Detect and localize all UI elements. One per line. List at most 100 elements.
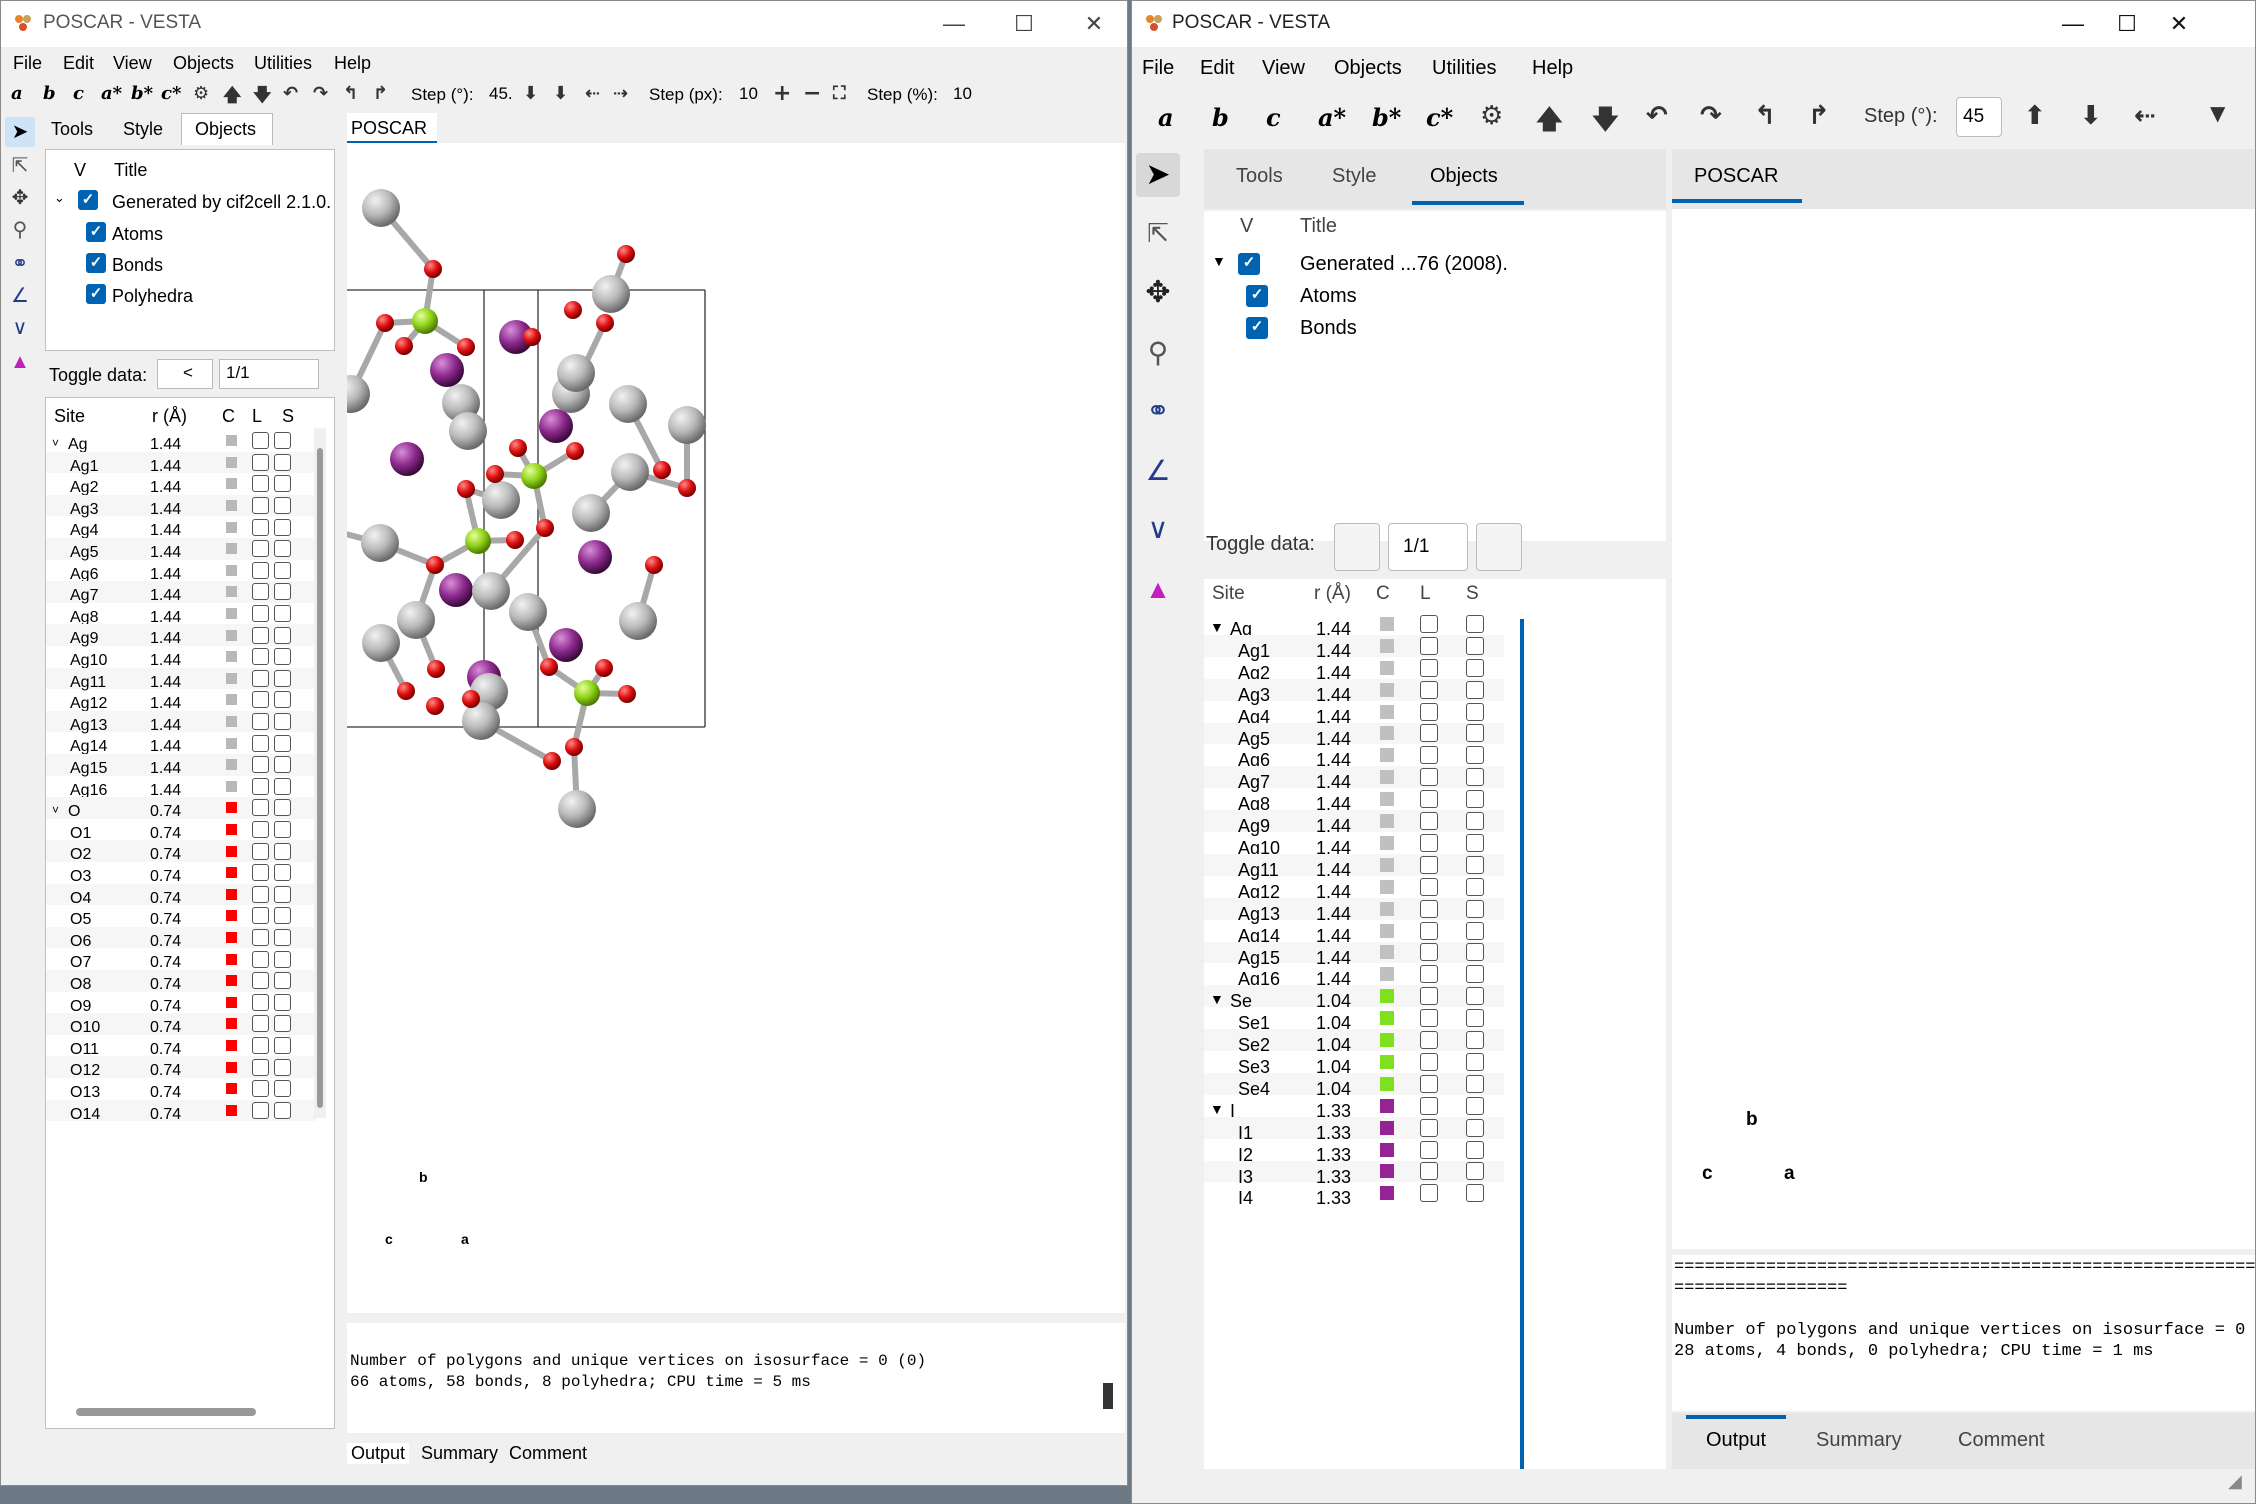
view-c-button[interactable]: c: [73, 83, 84, 104]
view-c-star-button[interactable]: c*: [161, 83, 181, 104]
site-label-checkbox[interactable]: [1420, 724, 1438, 743]
site-style-checkbox[interactable]: [1466, 965, 1484, 984]
tab-tools[interactable]: Tools: [1236, 165, 1283, 188]
site-label-checkbox[interactable]: [1420, 899, 1438, 918]
site-label-checkbox[interactable]: [1420, 1031, 1438, 1050]
site-row[interactable]: I2 1.33: [1204, 1139, 1504, 1165]
site-label-checkbox[interactable]: [1420, 833, 1438, 852]
rotate-ccw-icon[interactable]: ↰: [343, 83, 358, 104]
oxygen-atom[interactable]: [653, 461, 671, 479]
site-color-swatch[interactable]: [1380, 1011, 1394, 1026]
close-button[interactable]: ✕: [1067, 5, 1121, 43]
site-row[interactable]: Ag3 1.44: [1204, 678, 1504, 705]
site-style-checkbox[interactable]: [274, 713, 291, 731]
tree-checkbox-atoms[interactable]: ✓: [1246, 285, 1268, 307]
site-row[interactable]: O2 0.74: [46, 840, 316, 863]
site-label-checkbox[interactable]: [252, 756, 269, 774]
fit-icon[interactable]: ⛶: [833, 83, 846, 104]
iodine-atom[interactable]: [439, 573, 473, 607]
site-row[interactable]: Se4 1.04: [1204, 1072, 1504, 1099]
site-color-swatch[interactable]: [226, 975, 237, 987]
site-style-checkbox[interactable]: [1466, 987, 1484, 1006]
site-color-swatch[interactable]: [226, 586, 237, 598]
distance-tool-icon[interactable]: ⚭: [1136, 389, 1180, 433]
chevron-down-icon[interactable]: ⌄: [54, 190, 65, 206]
tree-item-atoms[interactable]: Atoms: [112, 224, 163, 245]
site-style-checkbox[interactable]: [1466, 1031, 1484, 1050]
lattice-plane-tool-icon[interactable]: ▲: [1136, 567, 1180, 611]
site-label-checkbox[interactable]: [1420, 746, 1438, 765]
site-label-checkbox[interactable]: [1420, 1184, 1438, 1203]
move-left-icon[interactable]: ⇠: [2134, 101, 2156, 131]
select-tool-icon[interactable]: ➤: [1136, 153, 1180, 197]
site-style-checkbox[interactable]: [274, 950, 291, 968]
site-row[interactable]: Se2 1.04: [1204, 1029, 1504, 1055]
site-style-checkbox[interactable]: [274, 1080, 291, 1098]
site-label-checkbox[interactable]: [252, 1015, 269, 1033]
toggle-prev-button[interactable]: <: [157, 359, 213, 389]
site-style-checkbox[interactable]: [274, 626, 291, 644]
selenium-atom[interactable]: [574, 680, 600, 706]
site-style-checkbox[interactable]: [1466, 877, 1484, 896]
tab-output[interactable]: Output: [1706, 1429, 1766, 1452]
site-label-checkbox[interactable]: [252, 929, 269, 947]
menu-edit[interactable]: Edit: [63, 53, 94, 74]
site-style-checkbox[interactable]: [1466, 658, 1484, 677]
site-color-swatch[interactable]: [1380, 901, 1394, 916]
site-color-swatch[interactable]: [1380, 748, 1394, 763]
oxygen-atom[interactable]: [457, 480, 475, 498]
site-label-checkbox[interactable]: [252, 453, 269, 471]
site-color-swatch[interactable]: [226, 478, 237, 490]
site-row[interactable]: Ag11 1.44: [1204, 853, 1504, 880]
menu-help[interactable]: Help: [1532, 57, 1573, 80]
silver-atom[interactable]: [668, 406, 706, 444]
site-row[interactable]: Se1 1.04: [1204, 1007, 1504, 1033]
site-style-checkbox[interactable]: [1466, 943, 1484, 962]
menu-file[interactable]: File: [13, 53, 42, 74]
site-style-checkbox[interactable]: [1466, 1052, 1484, 1071]
site-color-swatch[interactable]: [1380, 792, 1394, 807]
site-color-swatch[interactable]: [1380, 1033, 1394, 1048]
site-style-checkbox[interactable]: [274, 1015, 291, 1033]
step-pct-input[interactable]: 10: [947, 81, 981, 109]
site-style-checkbox[interactable]: [274, 756, 291, 774]
site-style-checkbox[interactable]: [274, 583, 291, 601]
site-color-swatch[interactable]: [1380, 1098, 1394, 1113]
oxygen-atom[interactable]: [457, 338, 475, 356]
site-row[interactable]: Ag15 1.44: [46, 754, 316, 777]
site-label-checkbox[interactable]: [252, 432, 269, 450]
structure-canvas[interactable]: [252, 143, 1125, 1313]
step-deg-input[interactable]: 45.: [483, 81, 517, 109]
iodine-atom[interactable]: [539, 409, 573, 443]
toggle-next-button[interactable]: [1476, 523, 1522, 571]
tab-output[interactable]: Output: [347, 1443, 410, 1464]
site-style-checkbox[interactable]: [274, 518, 291, 536]
site-label-checkbox[interactable]: [252, 713, 269, 731]
tree-checkbox-root[interactable]: ✓: [1238, 253, 1260, 275]
site-row[interactable]: Ag16 1.44: [46, 776, 316, 799]
site-color-swatch[interactable]: [226, 1104, 237, 1116]
site-color-swatch[interactable]: [226, 867, 237, 879]
step-deg-input[interactable]: 45: [1956, 97, 2002, 137]
tab-style[interactable]: Style: [1332, 165, 1376, 188]
site-label-checkbox[interactable]: [1420, 855, 1438, 874]
site-style-checkbox[interactable]: [1466, 1140, 1484, 1159]
distance-tool-icon[interactable]: ⚭: [5, 249, 35, 279]
site-style-checkbox[interactable]: [1466, 724, 1484, 743]
menu-view[interactable]: View: [1262, 57, 1305, 80]
site-style-checkbox[interactable]: [274, 669, 291, 687]
silver-atom[interactable]: [619, 602, 657, 640]
tree-checkbox-root[interactable]: ✓: [78, 190, 98, 210]
site-label-checkbox[interactable]: [1420, 702, 1438, 721]
silver-atom[interactable]: [462, 702, 500, 740]
oxygen-atom[interactable]: [536, 519, 554, 537]
site-style-checkbox[interactable]: [274, 972, 291, 990]
iodine-atom[interactable]: [549, 628, 583, 662]
site-label-checkbox[interactable]: [252, 799, 269, 817]
site-style-checkbox[interactable]: [1466, 812, 1484, 831]
site-color-swatch[interactable]: [226, 456, 237, 468]
silver-atom[interactable]: [361, 524, 399, 562]
site-style-checkbox[interactable]: [1466, 921, 1484, 940]
site-row[interactable]: Ag15 1.44: [1204, 941, 1504, 968]
site-row[interactable]: O1 0.74: [46, 819, 316, 842]
